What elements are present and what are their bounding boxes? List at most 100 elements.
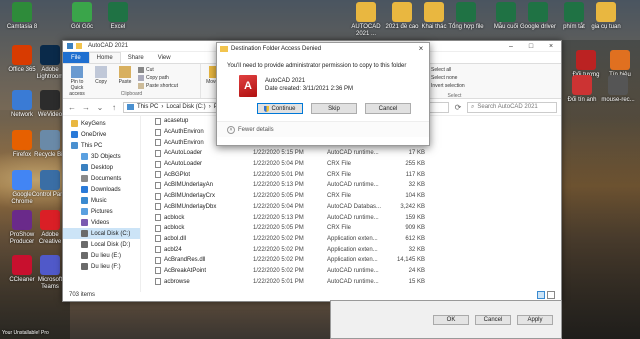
view-toggle [537,291,555,299]
nav-item[interactable]: Du lieu (F:) [63,261,140,272]
skip-button[interactable]: Skip [311,103,357,114]
file-name: acblock [164,225,185,232]
desktop-icon[interactable]: AUTOCAD 2021 ... [346,2,386,38]
file-row[interactable]: AcBGPlot 1/22/2020 5:01 PM CRX File 117 KB [141,169,561,180]
refresh-button[interactable]: ⟳ [453,103,463,112]
desktop-icon[interactable]: Excel [98,2,138,31]
tab-home[interactable]: Home [88,52,121,63]
file-type-cell: Application exten... [327,246,378,253]
nav-item[interactable]: Local Disk (D:) [63,239,140,250]
file-name: acbl24 [164,246,182,253]
save-icon[interactable] [67,43,73,49]
recent-locations-button[interactable]: ⌄ [95,103,105,112]
fewer-details-toggle[interactable]: ˄ Fewer details [217,121,429,137]
large-icons-view-icon[interactable] [547,291,555,299]
file-name: acasetup [164,118,189,125]
folder-icon[interactable] [76,43,82,49]
file-row[interactable]: AcBreakAtPoint 1/22/2020 5:02 PM AutoCAD r… [141,266,561,277]
breadcrumb-local-disk[interactable]: Local Disk (C:) [166,104,205,110]
ok-button[interactable]: OK [433,314,469,325]
file-name-cell: AcBIMUnderlayAn [141,181,253,189]
nav-item[interactable]: 3D Objects [63,151,140,162]
goc-goc-icon [72,2,92,22]
nav-item[interactable]: Documents [63,173,140,184]
up-button[interactable]: ↑ [109,103,119,112]
cut-button[interactable]: Cut [138,66,178,74]
file-row[interactable]: AcBIMUnderlayDbx 1/22/2020 5:04 PM AutoCAD… [141,202,561,213]
file-row[interactable]: acblock 1/22/2020 5:05 PM CRX File 909 KB [141,223,561,234]
drive-icon [81,241,88,248]
nav-item[interactable]: Videos [63,217,140,228]
file-name-cell: AcBGPlot [141,171,253,179]
desktop-icon-label: gia cụ tuan [591,24,621,30]
nav-item[interactable]: Music [63,195,140,206]
select-group-label: Select [447,93,462,99]
desktop-icon[interactable]: Đối tín anh [562,75,602,104]
tab-view[interactable]: View [151,52,178,63]
desktop-icon[interactable]: mouse-rec... [598,75,638,104]
nav-item[interactable]: Local Disk (C:) [63,228,140,239]
file-row[interactable]: AcBIMUnderlayAn 1/22/2020 5:13 PM AutoCAD … [141,180,561,191]
file-row[interactable]: AcAutoLoader 1/22/2020 5:04 PM CRX File 255… [141,159,561,170]
nav-item[interactable]: This PC [63,140,140,151]
excel-icon [496,2,516,22]
tab-file[interactable]: File [63,52,89,63]
network-icon [12,90,32,110]
file-date-cell: 1/22/2020 5:02 PM [253,267,304,274]
file-icon [155,278,161,286]
file-name-cell: AcBrandRes.dll [141,256,253,264]
file-row[interactable]: AcBrandRes.dll 1/22/2020 5:02 PM Applicati… [141,255,561,266]
file-name: acblock [164,214,185,221]
file-row[interactable]: acbrowse 1/22/2020 5:01 PM AutoCAD runtime… [141,276,561,287]
nav-item[interactable]: Downloads [63,184,140,195]
item-count: 703 items [69,292,96,298]
file-size-cell: 255 KB [405,161,425,168]
nav-item[interactable]: Du lieu (E:) [63,250,140,261]
file-row[interactable]: acblock 1/22/2020 5:13 PM AutoCAD runtime.… [141,212,561,223]
dialog-cancel-button[interactable]: Cancel [365,103,411,114]
select-all-button[interactable]: Select all [423,66,486,74]
forward-button[interactable]: → [81,103,91,112]
close-button[interactable]: × [541,43,561,50]
desktop-icon[interactable]: Camtasia 8 [2,2,42,31]
file-row[interactable]: AcBIMUnderlayCrx 1/22/2020 5:05 PM CRX Fil… [141,191,561,202]
desktop-icon[interactable]: Google driver [518,2,558,31]
search-input[interactable]: ⌕ Search AutoCAD 2021 [467,101,557,113]
minimize-button[interactable]: – [501,43,521,50]
select-none-button[interactable]: Select none [423,74,486,82]
cancel-button[interactable]: Cancel [475,314,511,325]
proshow-icon [12,210,32,230]
desktop-icon[interactable]: Gói Gốc [62,2,102,31]
dialog-close-button[interactable]: × [413,44,429,53]
maximize-button[interactable]: □ [521,43,541,50]
nav-item[interactable]: Desktop [63,162,140,173]
nav-item[interactable]: KeyGens [63,118,140,129]
file-row[interactable]: acbl24 1/22/2020 5:02 PM Application exten… [141,244,561,255]
file-row[interactable]: AcAutoLoader 1/22/2020 5:15 PM AutoCAD run… [141,148,561,159]
file-row[interactable]: acbol.dll 1/22/2020 5:02 PM Application ex… [141,234,561,245]
file-size-cell: 117 KB [405,171,425,178]
nav-item[interactable]: Pictures [63,206,140,217]
desktop-icon[interactable]: gia cụ tuan [586,2,626,31]
invert-selection-button[interactable]: Invert selection [423,82,486,90]
dialog-buttons: Continue Skip Cancel [217,97,429,114]
nav-item[interactable]: OneDrive [63,129,140,140]
drive-icon [81,230,88,237]
tab-share[interactable]: Share [121,52,151,63]
paste-shortcut-button[interactable]: Paste shortcut [138,82,178,90]
file-date-cell: 1/22/2020 5:05 PM [253,193,304,200]
desktop-icon[interactable]: Tổng hợp file [446,2,486,31]
breadcrumb-this-pc[interactable]: This PC [137,104,158,110]
nav-item-label: OneDrive [81,131,107,138]
copy-path-button[interactable]: Copy path [138,74,178,82]
file-size-cell: 15 KB [408,278,425,285]
desktop-icon-label: Tổng hợp file [448,24,484,30]
file-date-cell: 1/22/2020 5:13 PM [253,214,304,221]
paste-icon [119,66,131,78]
chrome-icon [12,170,32,190]
drive-icon [81,252,88,259]
back-button[interactable]: ← [67,103,77,112]
apply-button[interactable]: Apply [517,314,553,325]
continue-button[interactable]: Continue [257,103,303,114]
details-view-icon[interactable] [537,291,545,299]
